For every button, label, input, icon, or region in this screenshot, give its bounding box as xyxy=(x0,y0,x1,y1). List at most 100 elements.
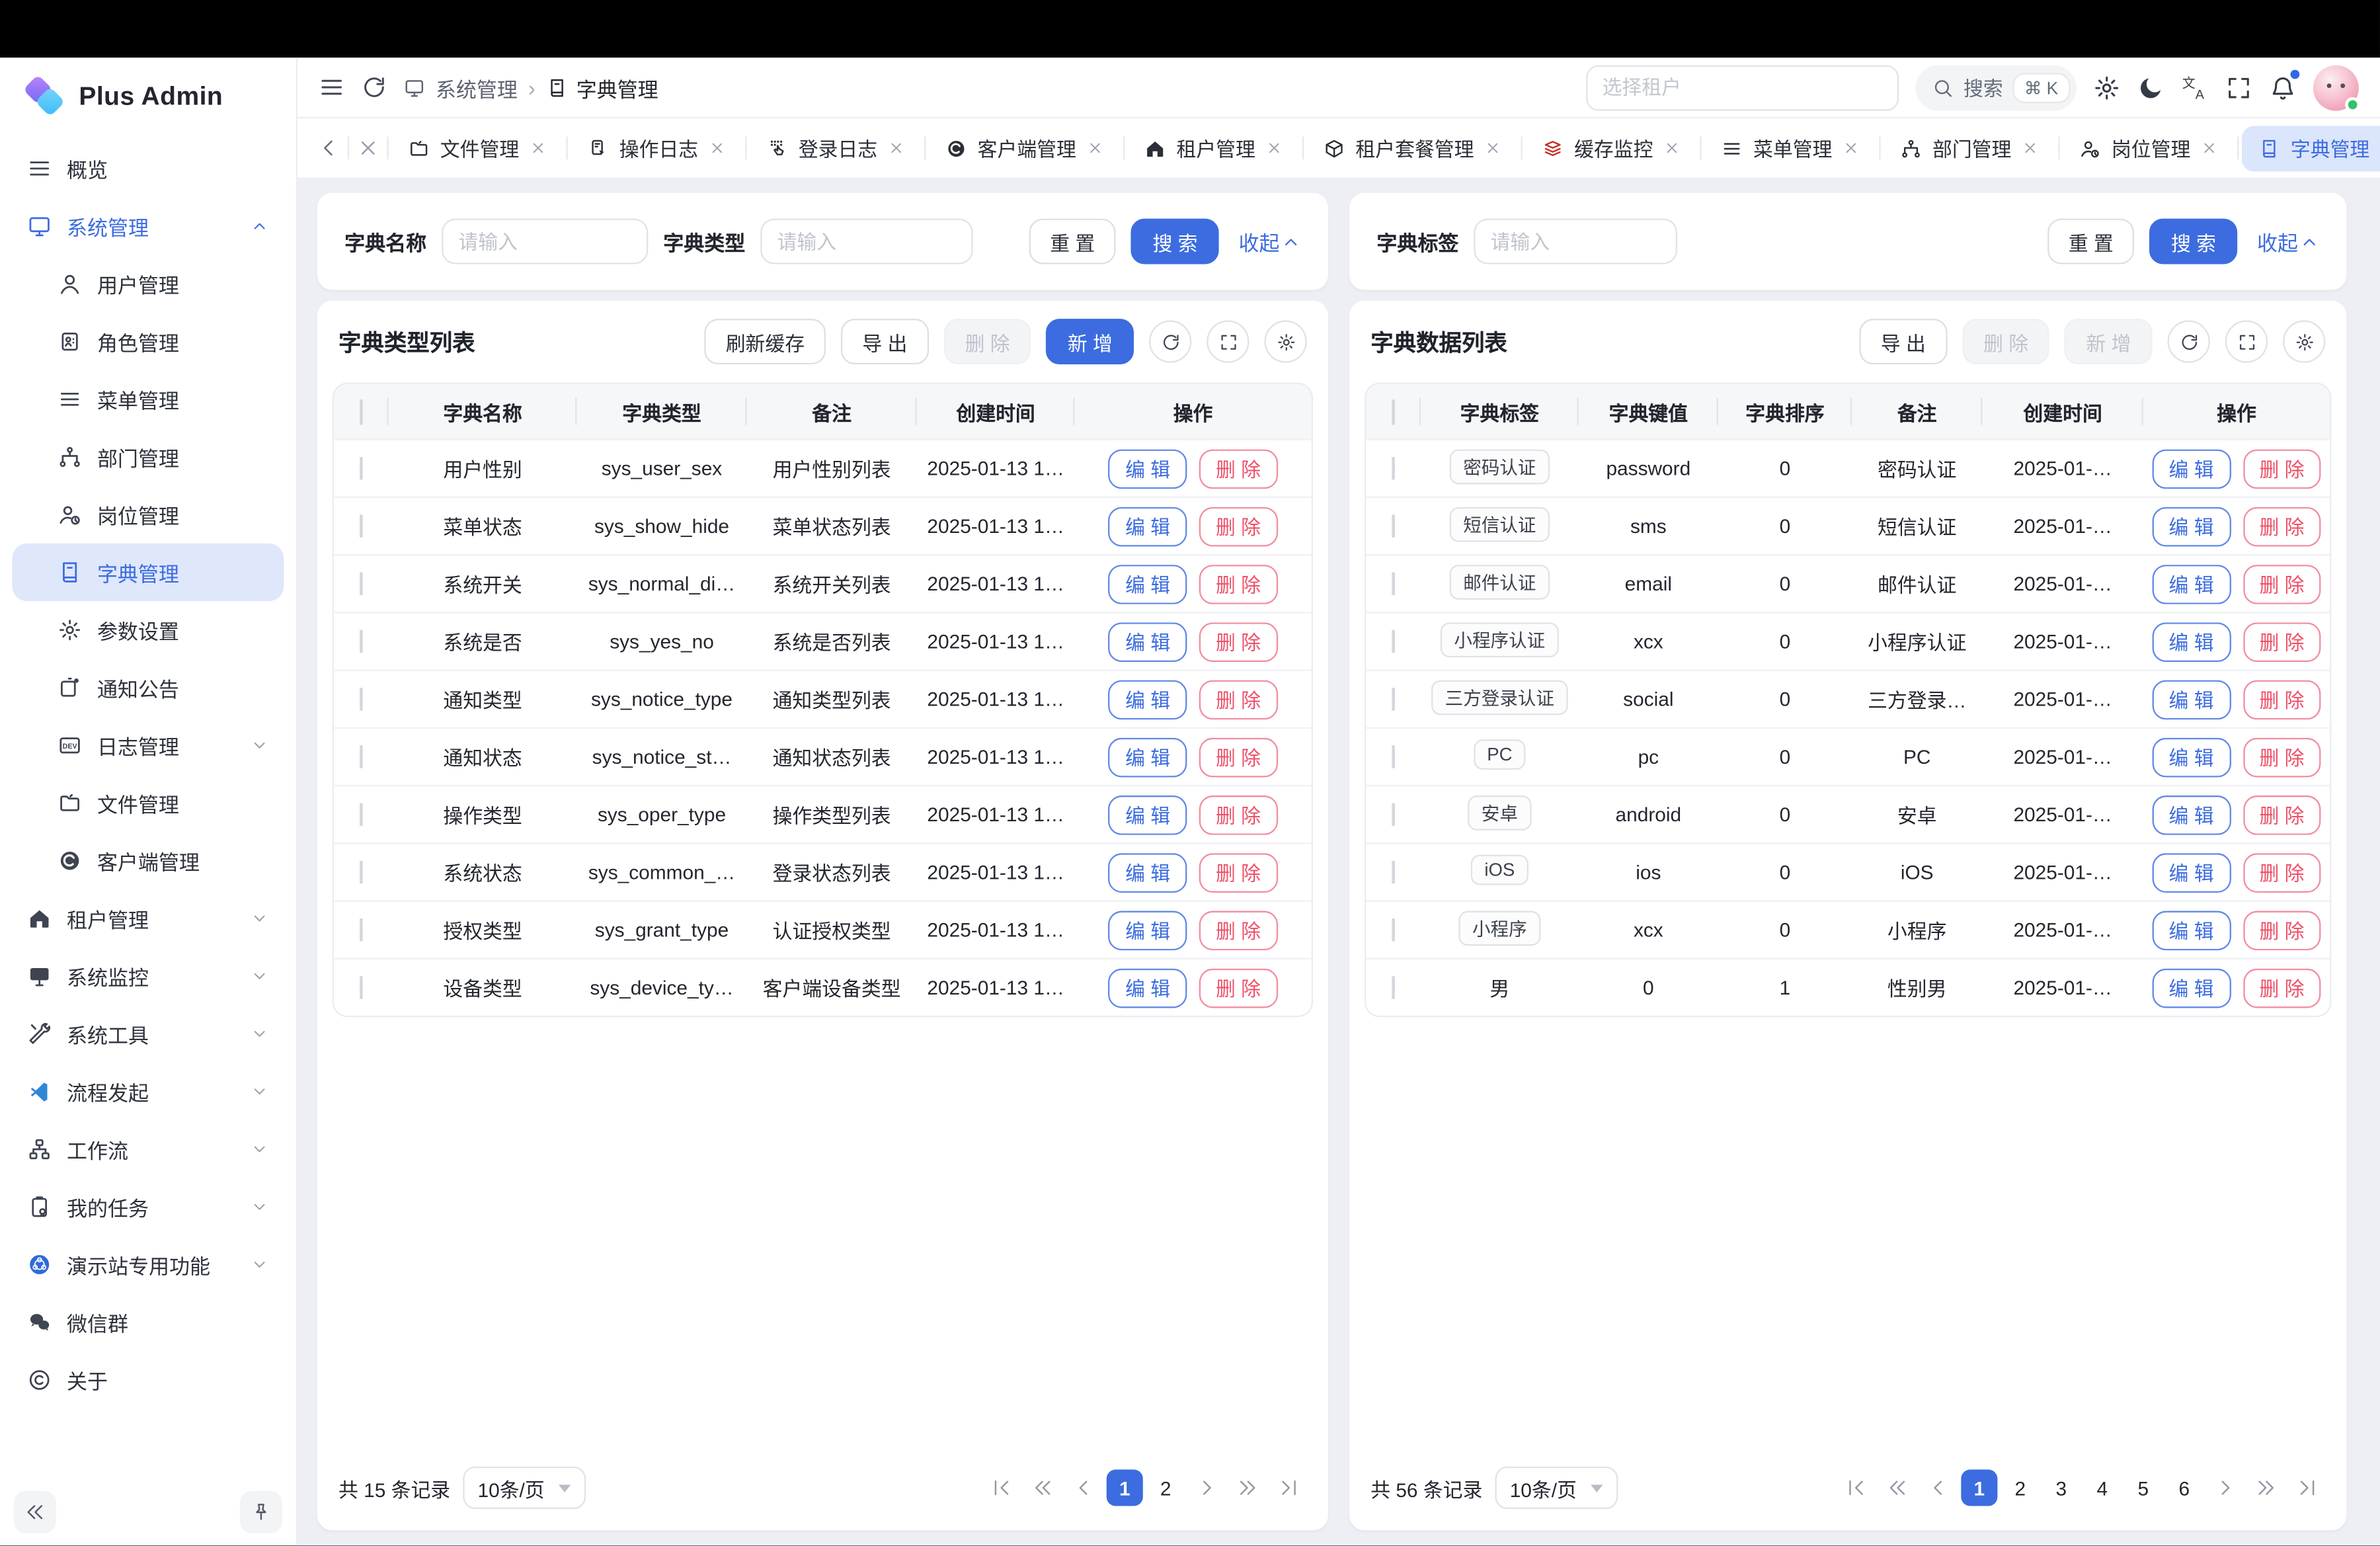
table-refresh-button[interactable] xyxy=(2168,320,2210,362)
delete-button[interactable]: 删 除 xyxy=(2242,737,2321,777)
jump-forward-button[interactable] xyxy=(1230,1469,1266,1506)
row-checkbox[interactable] xyxy=(360,803,363,826)
refresh-page-icon[interactable] xyxy=(361,74,387,100)
jump-back-button[interactable] xyxy=(1879,1469,1915,1506)
select-all-checkbox[interactable] xyxy=(1392,399,1395,425)
tab-客户端管理[interactable]: 客户端管理 xyxy=(929,125,1120,171)
delete-button[interactable]: 删 除 xyxy=(2242,564,2321,604)
row-checkbox[interactable] xyxy=(360,918,363,941)
delete-button[interactable]: 删 除 xyxy=(2242,679,2321,719)
edit-button[interactable]: 编 辑 xyxy=(1109,622,1187,661)
sidebar-item-字典管理[interactable]: 字典管理 xyxy=(12,544,284,601)
sidebar-item-概览[interactable]: 概览 xyxy=(12,140,284,197)
delete-button[interactable]: 删 除 xyxy=(1199,968,1278,1008)
avatar[interactable] xyxy=(2313,65,2359,110)
language-icon[interactable]: 文A xyxy=(2181,73,2208,101)
row-checkbox[interactable] xyxy=(1392,457,1395,479)
table-settings-button[interactable] xyxy=(2283,320,2325,362)
tenant-select[interactable] xyxy=(1585,65,1898,110)
edit-button[interactable]: 编 辑 xyxy=(2152,564,2231,604)
row-checkbox[interactable] xyxy=(1392,976,1395,998)
delete-button[interactable]: 删 除 xyxy=(2242,795,2321,834)
sidebar-item-文件管理[interactable]: 文件管理 xyxy=(12,774,284,832)
tab-close-icon[interactable] xyxy=(1664,140,1681,156)
edit-button[interactable]: 编 辑 xyxy=(2152,507,2231,546)
sidebar-item-系统管理[interactable]: 系统管理 xyxy=(12,197,284,255)
sidebar-item-客户端管理[interactable]: 客户端管理 xyxy=(12,832,284,889)
global-search-button[interactable]: 搜索 ⌘ K xyxy=(1915,65,2077,110)
dict-type-input[interactable] xyxy=(760,219,972,264)
delete-button[interactable]: 删 除 xyxy=(1199,737,1278,777)
table-refresh-button[interactable] xyxy=(1149,320,1191,362)
page-button-2[interactable]: 2 xyxy=(2002,1469,2038,1506)
sidebar-item-日志管理[interactable]: DEV日志管理 xyxy=(12,717,284,774)
row-checkbox[interactable] xyxy=(1392,688,1395,710)
delete-button[interactable]: 删 除 xyxy=(1199,564,1278,604)
tab-字典管理[interactable]: 字典管理 xyxy=(2242,125,2380,171)
tab-close-icon[interactable] xyxy=(2022,140,2038,156)
sidebar-item-部门管理[interactable]: 部门管理 xyxy=(12,428,284,485)
sidebar-item-岗位管理[interactable]: 岗位管理 xyxy=(12,486,284,544)
app-logo[interactable]: Plus Admin xyxy=(0,58,296,129)
row-checkbox[interactable] xyxy=(360,457,363,479)
collapse-filters-link[interactable]: 收起 xyxy=(2257,226,2319,257)
next-page-button[interactable] xyxy=(2207,1469,2243,1506)
tab-缓存监控[interactable]: 缓存监控 xyxy=(1526,125,1697,171)
page-button-2[interactable]: 2 xyxy=(1148,1469,1184,1506)
tab-文件管理[interactable]: 文件管理 xyxy=(391,125,563,171)
last-page-button[interactable] xyxy=(2289,1469,2325,1506)
tab-close-icon[interactable] xyxy=(1843,140,1860,156)
tab-close-icon[interactable] xyxy=(888,140,904,156)
page-button-5[interactable]: 5 xyxy=(2125,1469,2161,1506)
sidebar-item-我的任务[interactable]: 我的任务 xyxy=(12,1178,284,1236)
refresh-cache-button[interactable]: 刷新缓存 xyxy=(705,319,826,364)
reset-button[interactable]: 重 置 xyxy=(2047,219,2135,264)
edit-button[interactable]: 编 辑 xyxy=(1109,564,1187,604)
sidebar-item-通知公告[interactable]: 通知公告 xyxy=(12,659,284,716)
sidebar-item-演示站专用功能[interactable]: 演示站专用功能 xyxy=(12,1236,284,1293)
tab-租户管理[interactable]: 租户管理 xyxy=(1128,125,1299,171)
sidebar-item-角色管理[interactable]: 角色管理 xyxy=(12,313,284,370)
delete-button[interactable]: 删 除 xyxy=(2242,910,2321,950)
sidebar-item-菜单管理[interactable]: 菜单管理 xyxy=(12,370,284,428)
edit-button[interactable]: 编 辑 xyxy=(2152,910,2231,950)
page-button-4[interactable]: 4 xyxy=(2084,1469,2120,1506)
edit-button[interactable]: 编 辑 xyxy=(2152,795,2231,834)
row-checkbox[interactable] xyxy=(1392,861,1395,883)
edit-button[interactable]: 编 辑 xyxy=(1109,910,1187,950)
jump-back-button[interactable] xyxy=(1025,1469,1061,1506)
sidebar-item-系统监控[interactable]: 系统监控 xyxy=(12,948,284,1005)
delete-button[interactable]: 删 除 xyxy=(1962,319,2049,364)
sidebar-item-工作流[interactable]: 工作流 xyxy=(12,1120,284,1178)
tab-操作日志[interactable]: 操作日志 xyxy=(571,125,742,171)
breadcrumb-parent[interactable]: 系统管理 xyxy=(436,72,518,102)
row-checkbox[interactable] xyxy=(1392,630,1395,653)
reset-button[interactable]: 重 置 xyxy=(1029,219,1116,264)
delete-button[interactable]: 删 除 xyxy=(2242,448,2321,488)
tab-菜单管理[interactable]: 菜单管理 xyxy=(1705,125,1876,171)
row-checkbox[interactable] xyxy=(1392,918,1395,941)
row-checkbox[interactable] xyxy=(360,630,363,653)
sidebar-item-用户管理[interactable]: 用户管理 xyxy=(12,255,284,313)
row-checkbox[interactable] xyxy=(360,861,363,883)
next-page-button[interactable] xyxy=(1189,1469,1225,1506)
row-checkbox[interactable] xyxy=(1392,573,1395,595)
edit-button[interactable]: 编 辑 xyxy=(2152,622,2231,661)
row-checkbox[interactable] xyxy=(360,745,363,768)
row-checkbox[interactable] xyxy=(1392,745,1395,768)
table-fullscreen-button[interactable] xyxy=(1207,320,1249,362)
search-button[interactable]: 搜 索 xyxy=(1131,219,1218,264)
last-page-button[interactable] xyxy=(1271,1469,1307,1506)
row-checkbox[interactable] xyxy=(360,976,363,998)
table-fullscreen-button[interactable] xyxy=(2225,320,2268,362)
page-button-1[interactable]: 1 xyxy=(1961,1469,1997,1506)
settings-icon[interactable] xyxy=(2093,73,2120,101)
tab-登录日志[interactable]: 登录日志 xyxy=(750,125,921,171)
tab-close-icon[interactable] xyxy=(530,140,546,156)
tab-岗位管理[interactable]: 岗位管理 xyxy=(2063,125,2234,171)
page-button-3[interactable]: 3 xyxy=(2043,1469,2079,1506)
dict-name-input[interactable] xyxy=(442,219,648,264)
row-checkbox[interactable] xyxy=(360,688,363,710)
delete-button[interactable]: 删 除 xyxy=(1199,910,1278,950)
tabs-scroll-left-button[interactable] xyxy=(317,137,340,159)
